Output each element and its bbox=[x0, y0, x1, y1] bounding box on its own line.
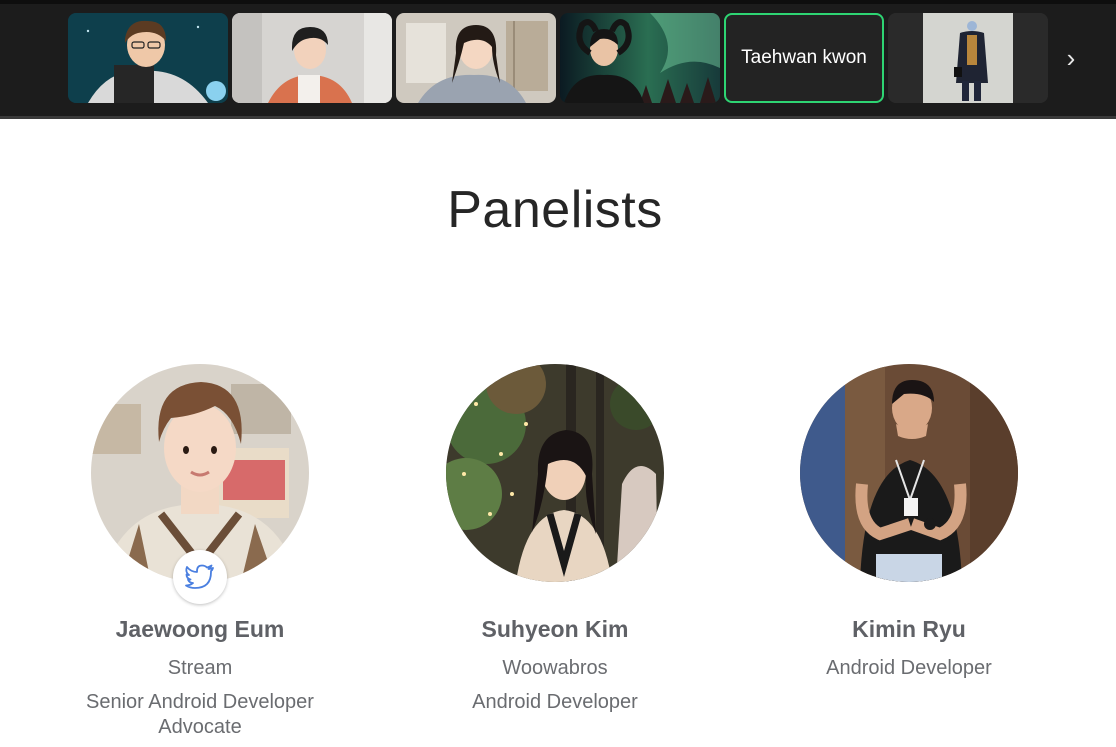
video-tile-participant-4[interactable] bbox=[560, 13, 720, 103]
avatar bbox=[800, 364, 1018, 582]
participant-name-label: Taehwan kwon bbox=[741, 47, 867, 68]
video-tile-participant-2[interactable] bbox=[232, 13, 392, 103]
participant-4-video bbox=[560, 13, 720, 103]
video-strip: Taehwan kwon › bbox=[0, 0, 1116, 119]
panelist-photo bbox=[800, 364, 1018, 582]
chevron-right-icon: › bbox=[1066, 43, 1076, 73]
twitter-link[interactable] bbox=[173, 550, 227, 604]
video-tile-participant-1[interactable] bbox=[68, 13, 228, 103]
participant-2-video bbox=[232, 13, 392, 103]
panelist-role: Android Developer bbox=[826, 657, 992, 679]
participant-1-video bbox=[68, 13, 228, 103]
video-tile-participant-6[interactable] bbox=[888, 13, 1048, 103]
page-title: Panelists bbox=[447, 181, 663, 239]
panelist-name: Kimin Ryu bbox=[852, 616, 966, 642]
next-page-button[interactable]: › bbox=[1056, 40, 1086, 76]
participant-3-video bbox=[396, 13, 556, 103]
panelist-company: Stream bbox=[167, 657, 233, 679]
panelist-card-suhyeon-kim: Suhyeon Kim Woowabros Android Developer bbox=[395, 364, 715, 715]
panelist-name: Suhyeon Kim bbox=[481, 616, 629, 642]
video-tile-participant-3[interactable] bbox=[396, 13, 556, 103]
panelist-name: Jaewoong Eum bbox=[115, 616, 285, 642]
panelist-card-jaewoong-eum: Jaewoong Eum Stream Senior Android Devel… bbox=[40, 364, 360, 740]
panelist-role: Senior Android Developer Advocate bbox=[86, 691, 314, 738]
twitter-icon bbox=[185, 564, 214, 589]
video-tile-taehwan-kwon[interactable]: Taehwan kwon bbox=[724, 13, 884, 103]
panelist-role: Android Developer bbox=[472, 691, 638, 713]
avatar bbox=[446, 364, 664, 582]
strip-top-edge bbox=[0, 0, 1116, 4]
panelist-company: Woowabros bbox=[502, 657, 608, 679]
panelist-card-kimin-ryu: Kimin Ryu Android Developer bbox=[749, 364, 1069, 680]
participant-6-video bbox=[888, 13, 1048, 103]
panelist-photo bbox=[446, 364, 664, 582]
